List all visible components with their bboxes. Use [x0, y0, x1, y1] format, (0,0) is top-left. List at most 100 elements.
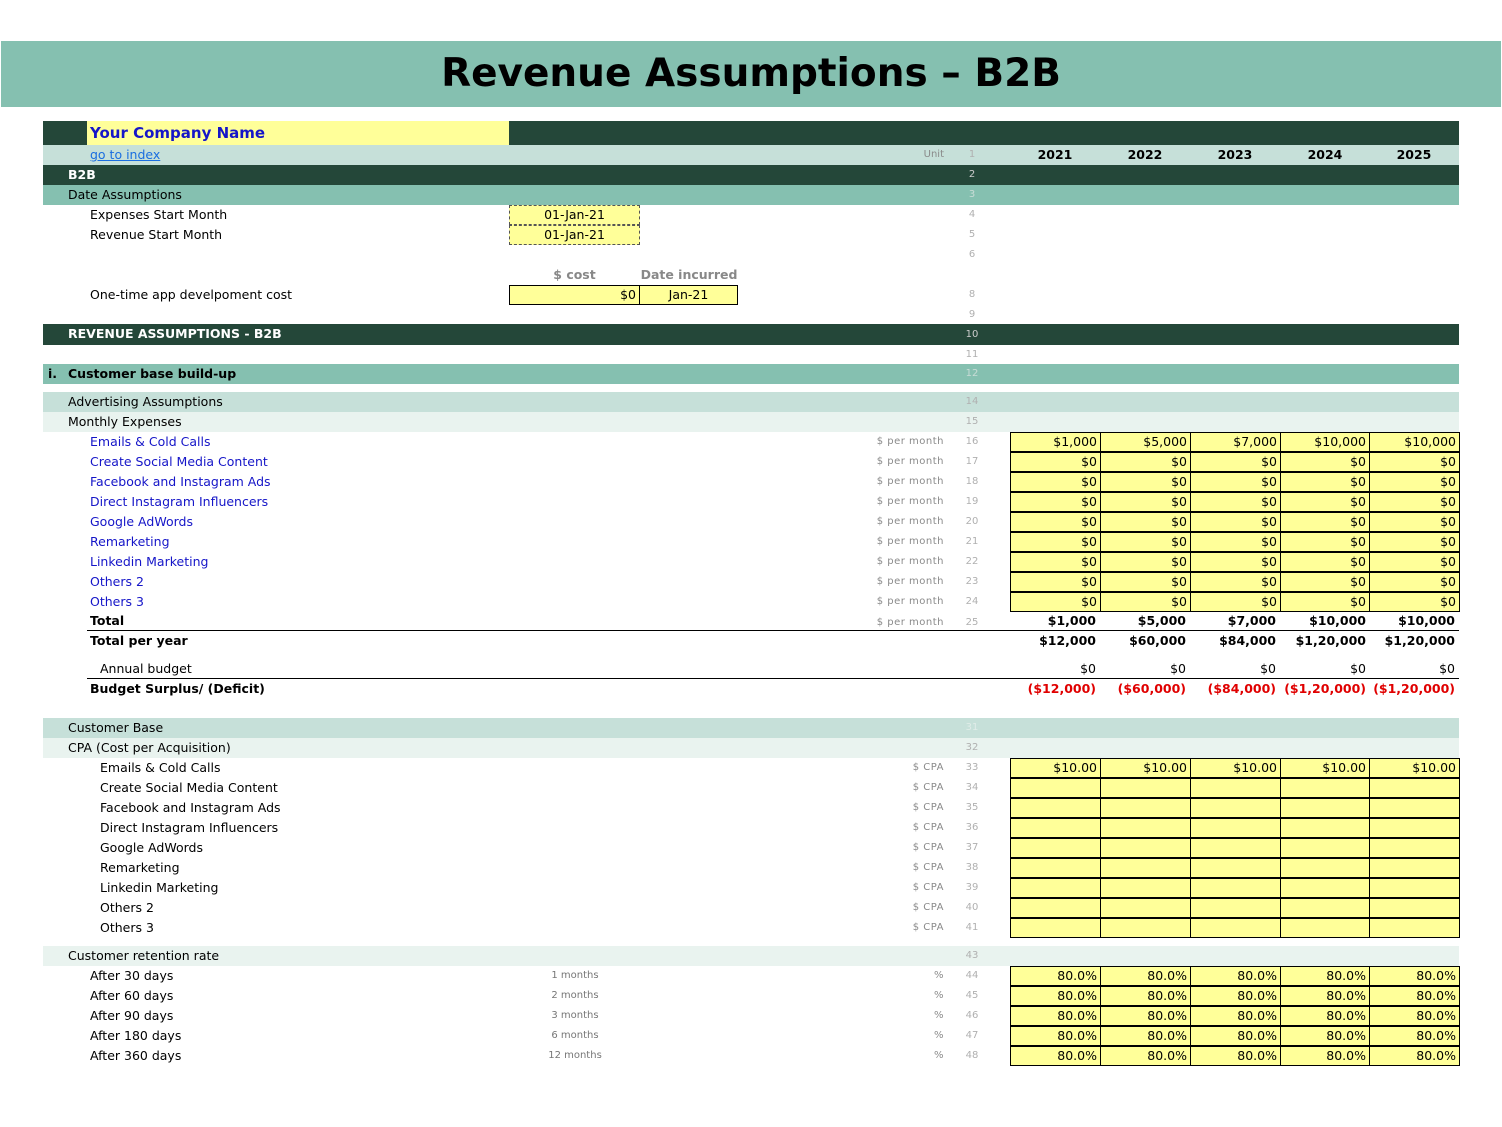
cpa-input[interactable]: [1010, 838, 1101, 858]
expense-input[interactable]: $0: [1369, 532, 1460, 552]
expense-input[interactable]: $10,000: [1280, 432, 1370, 452]
retention-input[interactable]: 80.0%: [1369, 1026, 1460, 1046]
cpa-input[interactable]: [1190, 918, 1281, 938]
retention-input[interactable]: 80.0%: [1010, 1026, 1101, 1046]
expense-input[interactable]: $5,000: [1100, 432, 1191, 452]
retention-input[interactable]: 80.0%: [1369, 966, 1460, 986]
expense-input[interactable]: $0: [1100, 572, 1191, 592]
expense-input[interactable]: $0: [1369, 472, 1460, 492]
expense-input[interactable]: $0: [1280, 532, 1370, 552]
expense-input[interactable]: $1,000: [1010, 432, 1101, 452]
cpa-input[interactable]: [1369, 838, 1460, 858]
cpa-input[interactable]: [1190, 878, 1281, 898]
expense-input[interactable]: $0: [1100, 472, 1191, 492]
company-name[interactable]: Your Company Name: [90, 123, 265, 143]
retention-input[interactable]: 80.0%: [1100, 1006, 1191, 1026]
expense-input[interactable]: $0: [1100, 452, 1191, 472]
cpa-input[interactable]: [1010, 858, 1101, 878]
cpa-input[interactable]: [1369, 918, 1460, 938]
expenses-start-input[interactable]: 01-Jan-21: [509, 205, 640, 225]
cpa-input[interactable]: [1190, 898, 1281, 918]
expense-input[interactable]: $0: [1190, 472, 1281, 492]
retention-input[interactable]: 80.0%: [1280, 1026, 1370, 1046]
retention-input[interactable]: 80.0%: [1010, 966, 1101, 986]
expense-input[interactable]: $0: [1010, 472, 1101, 492]
cpa-input[interactable]: [1280, 898, 1370, 918]
cpa-input[interactable]: [1280, 858, 1370, 878]
expense-input[interactable]: $0: [1190, 552, 1281, 572]
expense-input[interactable]: $0: [1010, 452, 1101, 472]
expense-input[interactable]: $0: [1190, 452, 1281, 472]
cpa-input[interactable]: [1010, 818, 1101, 838]
cpa-input[interactable]: [1369, 858, 1460, 878]
cpa-input[interactable]: $10.00: [1369, 758, 1460, 778]
retention-input[interactable]: 80.0%: [1010, 986, 1101, 1006]
cpa-input[interactable]: [1190, 858, 1281, 878]
expense-input[interactable]: $0: [1280, 592, 1370, 612]
expense-input[interactable]: $0: [1190, 592, 1281, 612]
retention-input[interactable]: 80.0%: [1190, 986, 1281, 1006]
retention-input[interactable]: 80.0%: [1010, 1046, 1101, 1066]
expense-input[interactable]: $10,000: [1369, 432, 1460, 452]
cpa-input[interactable]: [1100, 918, 1191, 938]
expense-input[interactable]: $0: [1369, 492, 1460, 512]
cpa-input[interactable]: [1280, 838, 1370, 858]
cpa-input[interactable]: [1100, 838, 1191, 858]
expense-input[interactable]: $0: [1100, 492, 1191, 512]
expense-input[interactable]: $0: [1190, 512, 1281, 532]
cpa-input[interactable]: [1280, 778, 1370, 798]
cpa-input[interactable]: [1369, 778, 1460, 798]
cpa-input[interactable]: [1010, 798, 1101, 818]
expense-input[interactable]: $0: [1280, 492, 1370, 512]
cpa-input[interactable]: [1190, 818, 1281, 838]
expense-input[interactable]: $0: [1010, 592, 1101, 612]
retention-input[interactable]: 80.0%: [1280, 1006, 1370, 1026]
cpa-input[interactable]: [1100, 878, 1191, 898]
cpa-input[interactable]: [1369, 798, 1460, 818]
cpa-input[interactable]: [1100, 858, 1191, 878]
expense-input[interactable]: $0: [1369, 452, 1460, 472]
cpa-input[interactable]: [1190, 838, 1281, 858]
retention-input[interactable]: 80.0%: [1100, 1026, 1191, 1046]
retention-input[interactable]: 80.0%: [1100, 966, 1191, 986]
retention-input[interactable]: 80.0%: [1280, 986, 1370, 1006]
retention-input[interactable]: 80.0%: [1369, 1006, 1460, 1026]
cpa-input[interactable]: [1190, 798, 1281, 818]
expense-input[interactable]: $0: [1100, 592, 1191, 612]
retention-input[interactable]: 80.0%: [1369, 1046, 1460, 1066]
retention-input[interactable]: 80.0%: [1190, 1006, 1281, 1026]
app-cost-input[interactable]: $0: [509, 285, 640, 305]
expense-input[interactable]: $0: [1369, 592, 1460, 612]
expense-input[interactable]: $0: [1280, 452, 1370, 472]
retention-input[interactable]: 80.0%: [1100, 986, 1191, 1006]
cpa-input[interactable]: [1280, 918, 1370, 938]
expense-input[interactable]: $0: [1369, 552, 1460, 572]
expense-input[interactable]: $0: [1280, 572, 1370, 592]
expense-input[interactable]: $0: [1190, 532, 1281, 552]
revenue-start-input[interactable]: 01-Jan-21: [509, 225, 640, 245]
cpa-input[interactable]: [1010, 778, 1101, 798]
expense-input[interactable]: $0: [1190, 492, 1281, 512]
cpa-input[interactable]: $10.00: [1280, 758, 1370, 778]
cpa-input[interactable]: [1100, 798, 1191, 818]
cpa-input[interactable]: [1280, 818, 1370, 838]
expense-input[interactable]: $0: [1100, 552, 1191, 572]
expense-input[interactable]: $0: [1369, 572, 1460, 592]
cpa-input[interactable]: [1369, 818, 1460, 838]
expense-input[interactable]: $0: [1010, 572, 1101, 592]
expense-input[interactable]: $0: [1369, 512, 1460, 532]
retention-input[interactable]: 80.0%: [1190, 1026, 1281, 1046]
expense-input[interactable]: $0: [1190, 572, 1281, 592]
cpa-input[interactable]: [1100, 818, 1191, 838]
go-to-index-link[interactable]: go to index: [90, 145, 160, 165]
retention-input[interactable]: 80.0%: [1280, 1046, 1370, 1066]
expense-input[interactable]: $0: [1280, 552, 1370, 572]
app-date-input[interactable]: Jan-21: [639, 285, 738, 305]
cpa-input[interactable]: $10.00: [1010, 758, 1101, 778]
cpa-input[interactable]: [1280, 878, 1370, 898]
expense-input[interactable]: $0: [1010, 492, 1101, 512]
expense-input[interactable]: $0: [1280, 512, 1370, 532]
cpa-input[interactable]: [1100, 898, 1191, 918]
expense-input[interactable]: $0: [1280, 472, 1370, 492]
cpa-input[interactable]: [1280, 798, 1370, 818]
